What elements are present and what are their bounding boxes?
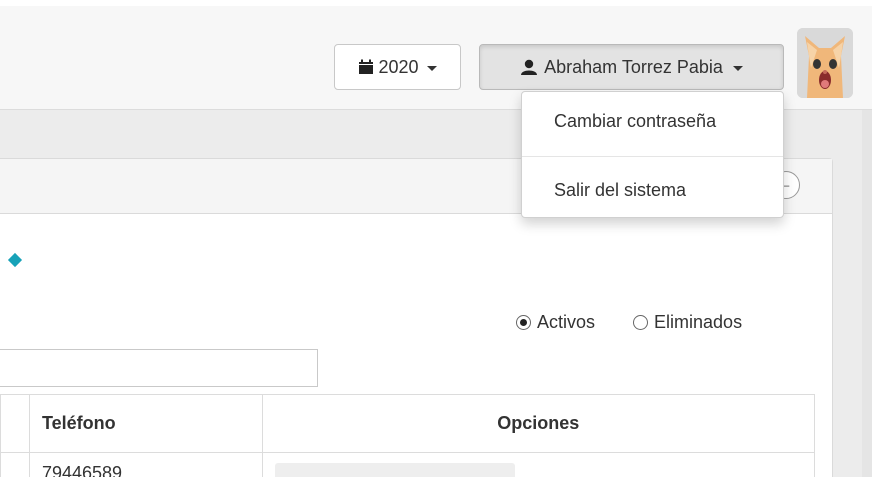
user-icon (521, 59, 538, 75)
radio-eliminados[interactable]: Eliminados (633, 312, 742, 333)
chevron-down-icon (426, 65, 437, 71)
chevron-down-icon (732, 65, 743, 71)
calendar-icon (359, 59, 374, 74)
action-button[interactable] (274, 463, 515, 477)
search-input[interactable] (0, 349, 318, 387)
radio-checked-icon[interactable] (516, 315, 531, 330)
diamond-icon (7, 252, 23, 268)
table-row: 79446589 (0, 452, 816, 477)
menu-divider (522, 156, 783, 157)
radio-eliminados-label: Eliminados (654, 312, 743, 332)
menu-item-cambiar-contrasena[interactable]: Cambiar contraseña (522, 98, 783, 144)
column-header-telefono[interactable]: Teléfono (28, 394, 263, 453)
user-dropdown-menu: Cambiar contraseña Salir del sistema (521, 91, 784, 218)
radio-unchecked-icon[interactable] (633, 315, 649, 330)
status-filter: Activos Eliminados (516, 312, 742, 333)
table-header-cell (0, 394, 30, 453)
telefono-cell: 79446589 (28, 452, 263, 477)
year-label: 2020 (378, 56, 419, 77)
table-cell (0, 452, 30, 477)
table-header-row: Teléfono Opciones (0, 394, 816, 453)
page-scrollbar[interactable] (862, 110, 872, 477)
menu-item-label: Salir del sistema (554, 179, 687, 200)
radio-activos[interactable]: Activos (516, 312, 595, 333)
menu-item-salir-del-sistema[interactable]: Salir del sistema (522, 167, 783, 213)
menu-item-label: Cambiar contraseña (554, 110, 717, 131)
column-header-opciones: Opciones (261, 394, 816, 453)
opciones-cell (261, 452, 816, 477)
cat-avatar-icon (797, 28, 853, 98)
avatar[interactable] (797, 28, 853, 98)
radio-activos-label: Activos (537, 312, 596, 332)
year-selector-button[interactable]: 2020 (334, 44, 461, 90)
user-name-label: Abraham Torrez Pabia (544, 56, 723, 77)
user-menu-button[interactable]: Abraham Torrez Pabia (479, 44, 784, 90)
data-table: Teléfono Opciones 79446589 (0, 394, 816, 477)
